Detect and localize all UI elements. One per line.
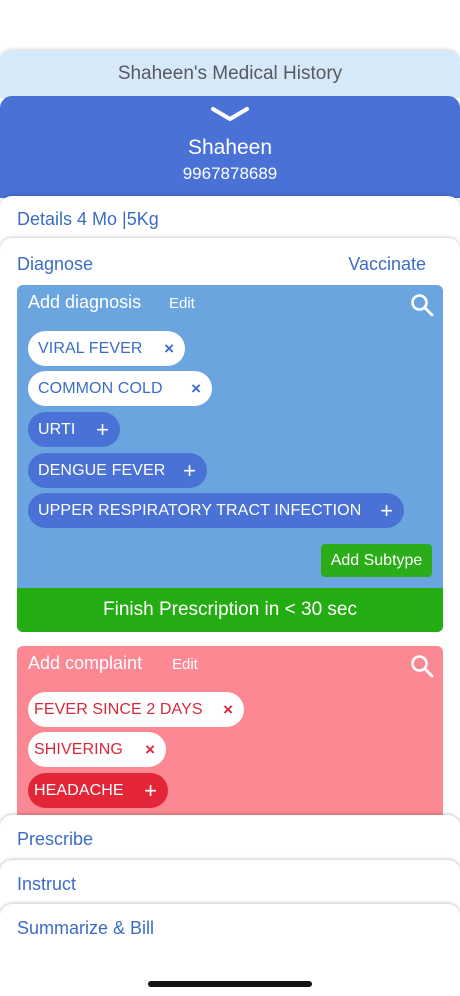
complaint-chip[interactable]: FEVER SINCE 2 DAYS × bbox=[28, 692, 244, 727]
tab-vaccinate[interactable]: Vaccinate bbox=[348, 254, 426, 275]
diagnosis-chip[interactable]: UPPER RESPIRATORY TRACT INFECTION + bbox=[28, 493, 404, 528]
nav-instruct[interactable]: Instruct bbox=[0, 860, 460, 908]
remove-icon[interactable]: × bbox=[191, 379, 201, 399]
home-indicator[interactable] bbox=[148, 981, 312, 987]
add-icon[interactable]: + bbox=[380, 498, 393, 524]
main-panel: Diagnose Vaccinate Add diagnosis Edit VI… bbox=[0, 238, 460, 818]
diagnosis-chip[interactable]: DENGUE FEVER + bbox=[28, 453, 207, 488]
remove-icon[interactable]: × bbox=[164, 339, 174, 359]
nav-prescribe-label: Prescribe bbox=[17, 829, 94, 849]
diagnosis-card: Add diagnosis Edit VIRAL FEVER × COMMON … bbox=[17, 285, 443, 632]
tab-diagnose[interactable]: Diagnose bbox=[17, 254, 93, 275]
search-icon[interactable] bbox=[410, 654, 434, 678]
finish-prescription-button[interactable]: Finish Prescription in < 30 sec bbox=[17, 588, 443, 632]
details-row[interactable]: Details 4 Mo |5Kg bbox=[0, 196, 460, 244]
details-label: Details 4 Mo |5Kg bbox=[17, 209, 159, 229]
diagnosis-chip[interactable]: VIRAL FEVER × bbox=[28, 331, 185, 366]
diagnosis-chip[interactable]: COMMON COLD × bbox=[28, 371, 212, 406]
history-header[interactable]: Shaheen's Medical History bbox=[0, 50, 460, 98]
complaint-edit-button[interactable]: Edit bbox=[172, 656, 198, 673]
add-subtype-button[interactable]: Add Subtype bbox=[321, 544, 432, 577]
complaint-title: Add complaint bbox=[28, 653, 143, 673]
patient-phone: 9967878689 bbox=[182, 164, 278, 183]
nav-prescribe[interactable]: Prescribe bbox=[0, 815, 460, 863]
remove-icon[interactable]: × bbox=[223, 700, 233, 720]
nav-instruct-label: Instruct bbox=[17, 874, 77, 894]
nav-summarize-label: Summarize & Bill bbox=[17, 918, 155, 938]
complaint-card: Add complaint Edit FEVER SINCE 2 DAYS × … bbox=[17, 646, 443, 818]
remove-icon[interactable]: × bbox=[145, 740, 155, 760]
add-icon[interactable]: + bbox=[96, 417, 109, 443]
chevron-down-icon[interactable] bbox=[211, 106, 249, 122]
diagnosis-edit-button[interactable]: Edit bbox=[169, 295, 195, 312]
complaint-chip[interactable]: HEADACHE + bbox=[28, 773, 168, 808]
diagnosis-title: Add diagnosis bbox=[28, 292, 142, 312]
patient-name: Shaheen bbox=[187, 136, 273, 159]
history-title: Shaheen's Medical History bbox=[117, 63, 343, 84]
add-icon[interactable]: + bbox=[183, 458, 196, 484]
add-icon[interactable]: + bbox=[144, 778, 157, 804]
search-icon[interactable] bbox=[410, 293, 434, 317]
complaint-chip[interactable]: SHIVERING × bbox=[28, 732, 166, 767]
diagnosis-chip[interactable]: URTI + bbox=[28, 412, 120, 447]
